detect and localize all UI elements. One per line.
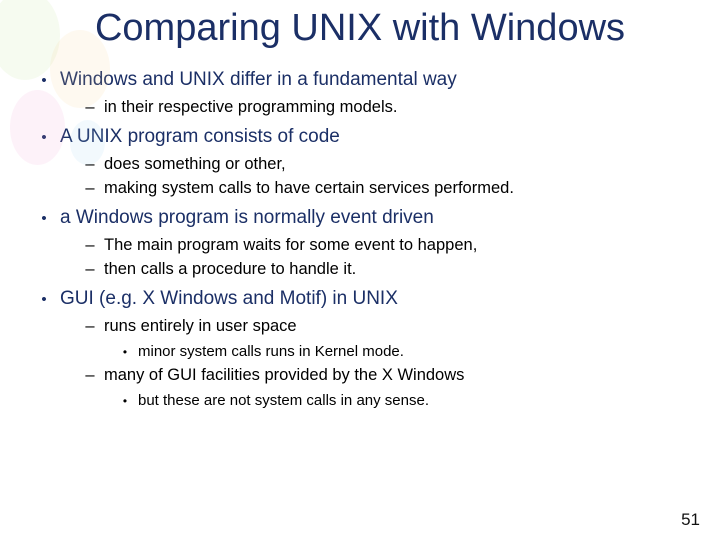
sub-bullet-item: –does something or other, bbox=[84, 153, 700, 177]
bullet-icon: • bbox=[38, 288, 50, 312]
bullet-text: Windows and UNIX differ in a fundamental… bbox=[60, 67, 457, 93]
dash-icon: – bbox=[84, 258, 96, 282]
sub-bullet-item: –runs entirely in user space • minor syst… bbox=[84, 315, 700, 363]
sub-sub-bullet-text: minor system calls runs in Kernel mode. bbox=[138, 341, 404, 363]
sub-bullet-item: –in their respective programming models. bbox=[84, 96, 700, 120]
sub-bullet-text: The main program waits for some event to… bbox=[104, 234, 477, 258]
slide-title: Comparing UNIX with Windows bbox=[0, 0, 720, 49]
sub-bullet-text: making system calls to have certain serv… bbox=[104, 177, 514, 201]
bullet-item: •Windows and UNIX differ in a fundamenta… bbox=[38, 67, 700, 120]
sub-bullet-text: many of GUI facilities provided by the X… bbox=[104, 364, 464, 388]
sub-sub-bullet-item: • minor system calls runs in Kernel mode. bbox=[120, 341, 700, 363]
sub-bullet-item: –then calls a procedure to handle it. bbox=[84, 258, 700, 282]
sub-bullet-text: then calls a procedure to handle it. bbox=[104, 258, 356, 282]
bullet-icon: • bbox=[120, 342, 130, 362]
dash-icon: – bbox=[84, 177, 96, 201]
dash-icon: – bbox=[84, 364, 96, 388]
sub-bullet-item: –many of GUI facilities provided by the … bbox=[84, 364, 700, 412]
bullet-icon: • bbox=[120, 391, 130, 411]
bullet-text: a Windows program is normally event driv… bbox=[60, 205, 434, 231]
sub-bullet-text: in their respective programming models. bbox=[104, 96, 397, 120]
sub-bullet-item: –making system calls to have certain ser… bbox=[84, 177, 700, 201]
sub-bullet-text: runs entirely in user space bbox=[104, 315, 297, 339]
bullet-text: GUI (e.g. X Windows and Motif) in UNIX bbox=[60, 286, 398, 312]
dash-icon: – bbox=[84, 315, 96, 339]
sub-sub-bullet-text: but these are not system calls in any se… bbox=[138, 390, 429, 412]
bullet-icon: • bbox=[38, 207, 50, 231]
bullet-item: • a Windows program is normally event dri… bbox=[38, 205, 700, 282]
sub-sub-bullet-item: • but these are not system calls in any s… bbox=[120, 390, 700, 412]
sub-bullet-text: does something or other, bbox=[104, 153, 286, 177]
bullet-item: •A UNIX program consists of code –does s… bbox=[38, 124, 700, 201]
page-number: 51 bbox=[681, 510, 700, 530]
sub-bullet-item: –The main program waits for some event t… bbox=[84, 234, 700, 258]
dash-icon: – bbox=[84, 234, 96, 258]
bullet-item: •GUI (e.g. X Windows and Motif) in UNIX … bbox=[38, 286, 700, 412]
slide-content: • Windows and UNIX differ in a fundamenta… bbox=[0, 67, 720, 412]
